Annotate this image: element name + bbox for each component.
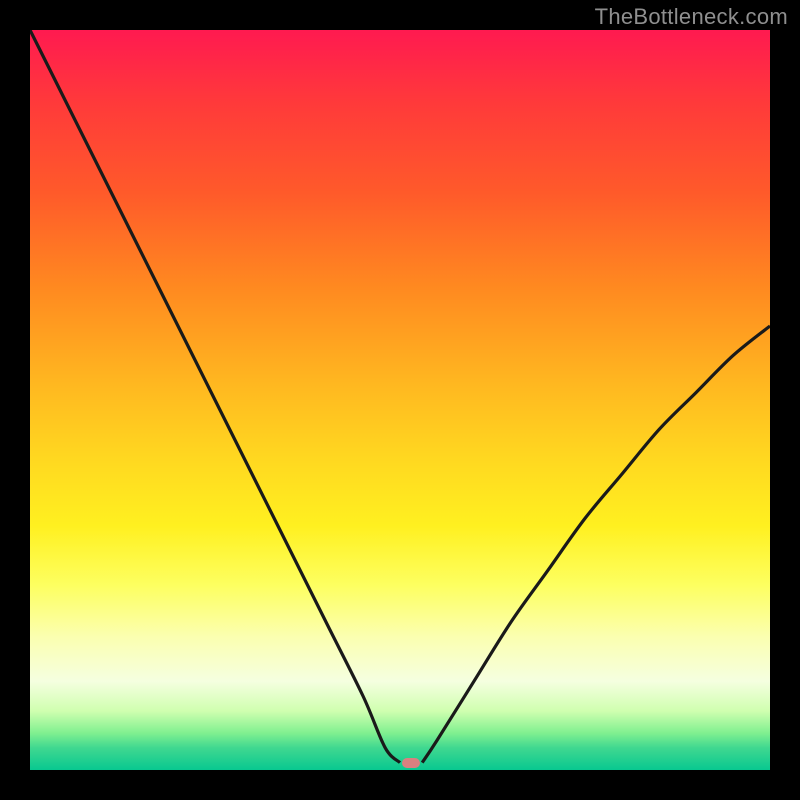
chart-stage: TheBottleneck.com xyxy=(0,0,800,800)
bottleneck-curve xyxy=(30,30,770,770)
curve-left-branch xyxy=(30,30,400,763)
minimum-marker xyxy=(402,758,420,768)
plot-area xyxy=(30,30,770,770)
curve-right-branch xyxy=(422,326,770,763)
watermark-text: TheBottleneck.com xyxy=(595,4,788,30)
